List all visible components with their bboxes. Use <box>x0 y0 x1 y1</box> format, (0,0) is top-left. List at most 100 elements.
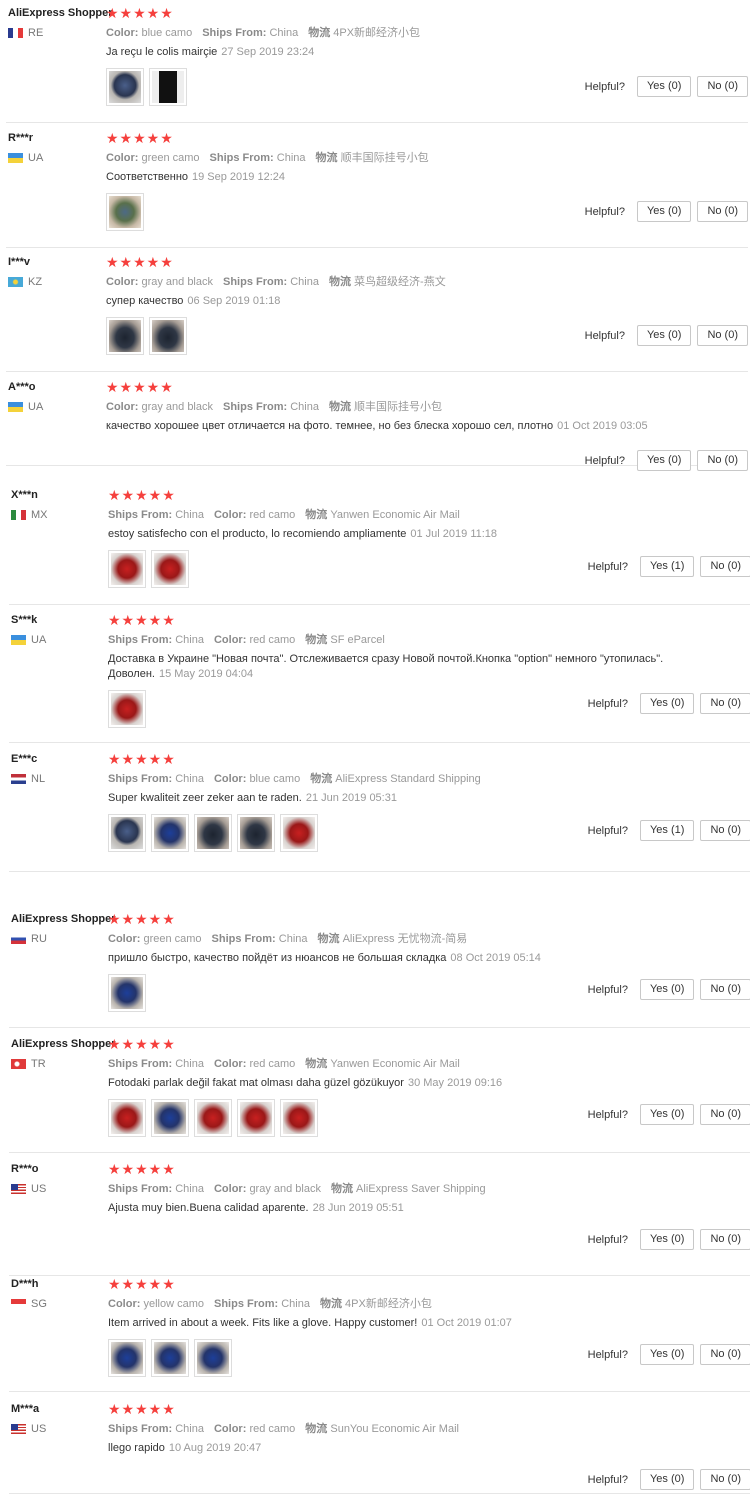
review-photo[interactable] <box>149 68 187 106</box>
attr-logistics: 物流 Yanwen Economic Air Mail <box>305 1058 459 1070</box>
reviewer-name[interactable]: AliExpress Shopper <box>11 912 116 926</box>
review-photo[interactable] <box>151 550 189 588</box>
photo-thumbnail <box>154 1342 186 1374</box>
review-photo[interactable] <box>194 1099 232 1137</box>
review-photo[interactable] <box>106 68 144 106</box>
photo-thumbnail <box>240 817 272 849</box>
review-photo[interactable] <box>108 814 146 852</box>
attr-logistics: 物流 SunYou Economic Air Mail <box>305 1423 459 1435</box>
review-photo[interactable] <box>149 317 187 355</box>
review-photo[interactable] <box>151 814 189 852</box>
review-photo[interactable] <box>280 814 318 852</box>
reviewer-info: X***n MX <box>11 488 111 522</box>
helpful-no-button[interactable]: No (0) <box>697 450 748 471</box>
review-photo[interactable] <box>280 1099 318 1137</box>
helpful-no-button[interactable]: No (0) <box>697 201 748 222</box>
helpful-label: Helpful? <box>587 824 628 837</box>
helpful-no-button[interactable]: No (0) <box>700 693 750 714</box>
attr-color-key: Color: <box>106 276 139 288</box>
helpful-yes-button[interactable]: Yes (0) <box>639 1229 695 1250</box>
attr-ships-from: Ships From: China <box>108 1058 204 1070</box>
review-photo[interactable] <box>106 317 144 355</box>
review-photo[interactable] <box>108 690 146 728</box>
reviewer-info: AliExpress Shopper TR <box>11 1037 116 1071</box>
review-photo[interactable] <box>237 814 275 852</box>
attr-ships-from: Ships From: China <box>210 152 306 164</box>
helpful-no-button[interactable]: No (0) <box>697 325 748 346</box>
helpful-label: Helpful? <box>587 1233 628 1246</box>
reviewer-name[interactable]: S***k <box>11 613 111 627</box>
helpful-no-button[interactable]: No (0) <box>700 1104 750 1125</box>
review-item: S***k UA ★★★★★ Ships From: China Color: red … <box>9 613 750 743</box>
photo-thumbnail <box>109 196 141 228</box>
attr-color-value: gray and black <box>141 401 213 413</box>
helpful-no-button[interactable]: No (0) <box>700 979 750 1000</box>
helpful-yes-button[interactable]: Yes (1) <box>639 556 695 577</box>
reviewer-name[interactable]: R***o <box>11 1162 111 1176</box>
review-text: Соответственно 19 Sep 2019 12:24 <box>106 170 439 185</box>
reviewer-name[interactable]: R***r <box>8 131 108 145</box>
attr-logistics-value: 4PX新邮经济小包 <box>345 1298 432 1310</box>
helpful-controls: Helpful? Yes (0) No (0) <box>588 1229 750 1250</box>
reviewer-info: S***k UA <box>11 613 111 647</box>
review-photo[interactable] <box>108 550 146 588</box>
attr-logistics: 物流 AliExpress Saver Shipping <box>331 1183 486 1195</box>
attr-ships-from-key: Ships From: <box>108 773 173 785</box>
reviewer-name[interactable]: D***h <box>11 1277 111 1291</box>
helpful-no-button[interactable]: No (0) <box>700 1344 750 1365</box>
helpful-no-button[interactable]: No (0) <box>700 820 750 841</box>
review-photo[interactable] <box>106 193 144 231</box>
helpful-no-button[interactable]: No (0) <box>700 1469 750 1490</box>
helpful-no-button[interactable]: No (0) <box>697 76 748 97</box>
helpful-yes-button[interactable]: Yes (0) <box>636 325 692 346</box>
star-rating: ★★★★★ <box>106 5 174 21</box>
review-body: Super kwaliteit zeer zeker aan te raden. <box>108 792 302 804</box>
review-item: E***c NL ★★★★★ Ships From: China Color: blue… <box>9 752 750 872</box>
helpful-yes-button[interactable]: Yes (0) <box>639 693 695 714</box>
review-photo[interactable] <box>108 1339 146 1377</box>
helpful-yes-button[interactable]: Yes (0) <box>636 450 692 471</box>
attr-ships-from: Ships From: China <box>223 401 319 413</box>
reviewer-name[interactable]: X***n <box>11 488 111 502</box>
photo-thumbnail <box>111 817 143 849</box>
review-photo[interactable] <box>194 814 232 852</box>
reviewer-country: RU <box>11 932 111 946</box>
review-photo[interactable] <box>108 974 146 1012</box>
helpful-label: Helpful? <box>587 983 628 996</box>
attr-logistics-key: 物流 <box>317 933 340 945</box>
attr-ships-from: Ships From: China <box>108 773 204 785</box>
reviewer-name[interactable]: AliExpress Shopper <box>8 6 113 20</box>
helpful-yes-button[interactable]: Yes (0) <box>639 1469 695 1490</box>
review-photo[interactable] <box>194 1339 232 1377</box>
helpful-no-button[interactable]: No (0) <box>700 556 750 577</box>
attr-logistics: 物流 4PX新邮经济小包 <box>308 27 420 39</box>
reviewer-name[interactable]: E***c <box>11 752 111 766</box>
review-photo[interactable] <box>237 1099 275 1137</box>
reviewer-name[interactable]: I***v <box>8 255 108 269</box>
helpful-yes-button[interactable]: Yes (1) <box>639 820 695 841</box>
reviewer-name[interactable]: AliExpress Shopper <box>11 1037 116 1051</box>
helpful-yes-button[interactable]: Yes (0) <box>639 979 695 1000</box>
reviewer-country: US <box>11 1422 111 1436</box>
review-photo[interactable] <box>151 1099 189 1137</box>
attr-color-key: Color: <box>106 27 139 39</box>
helpful-yes-button[interactable]: Yes (0) <box>636 76 692 97</box>
helpful-yes-button[interactable]: Yes (0) <box>639 1344 695 1365</box>
helpful-yes-button[interactable]: Yes (0) <box>639 1104 695 1125</box>
star-rating: ★★★★★ <box>108 1276 176 1292</box>
review-body: Fotodaki parlak değil fakat mat olması d… <box>108 1077 404 1089</box>
review-photo[interactable] <box>108 1099 146 1137</box>
attr-color-key: Color: <box>213 773 247 785</box>
review-text: Fotodaki parlak değil fakat mat olması d… <box>108 1076 502 1091</box>
helpful-label: Helpful? <box>587 1108 628 1121</box>
attr-color-value: red camo <box>249 509 296 521</box>
helpful-yes-button[interactable]: Yes (0) <box>636 201 692 222</box>
reviewer-name[interactable]: M***a <box>11 1402 111 1416</box>
helpful-no-button[interactable]: No (0) <box>700 1229 750 1250</box>
reviewer-country: NL <box>11 772 111 786</box>
attr-ships-from-key: Ships From: <box>108 509 173 521</box>
review-photos <box>106 68 430 106</box>
reviewer-name[interactable]: A***o <box>8 380 108 394</box>
attr-ships-from-value: China <box>290 401 319 413</box>
review-photo[interactable] <box>151 1339 189 1377</box>
